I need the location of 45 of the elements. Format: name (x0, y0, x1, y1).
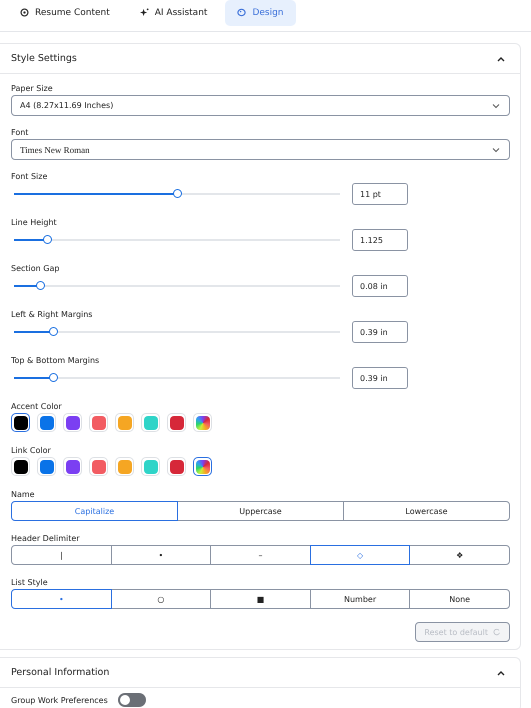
field-label: Section Gap (11, 263, 60, 274)
segment-option[interactable]: None (409, 589, 510, 609)
segment-option[interactable]: – (210, 545, 311, 565)
segment-option[interactable]: • (110, 545, 212, 565)
color-swatch[interactable] (193, 457, 212, 476)
segment-option[interactable]: Uppercase (177, 501, 344, 521)
value-field[interactable]: 1.125 (352, 229, 408, 251)
field-label: Accent Color (11, 401, 63, 412)
tab[interactable]: AI Assistant (128, 0, 220, 26)
sparkle-icon (140, 8, 149, 17)
field-label: Font Size (11, 171, 48, 182)
field-label: Line Height (11, 217, 58, 228)
value-field[interactable]: 0.39 in (352, 367, 408, 389)
segment-option[interactable]: Number (310, 589, 410, 609)
field-label: Left & Right Margins (11, 309, 94, 320)
panel-title: Style Settings (11, 53, 77, 64)
segment-option[interactable]: • (11, 589, 112, 609)
field-label: Link Color (11, 445, 52, 456)
segment-option[interactable]: ◇ (310, 545, 410, 565)
field-label: Top & Bottom Margins (11, 355, 100, 366)
value-field[interactable]: 0.39 in (352, 321, 408, 343)
field-label: Font (11, 127, 30, 138)
select-field[interactable]: A4 (8.27x11.69 Inches) (11, 95, 510, 116)
value-field[interactable]: 11 pt (352, 183, 408, 205)
refresh-icon (493, 628, 501, 636)
gear-icon (20, 8, 29, 17)
field-label: Header Delimiter (11, 533, 81, 544)
palette-icon (237, 8, 246, 17)
segment-option[interactable]: ○ (110, 589, 212, 609)
tab[interactable]: Resume Content (8, 0, 122, 26)
segment-option[interactable]: Capitalize (11, 501, 178, 521)
field-label: Name (11, 489, 36, 500)
tab[interactable]: Design (225, 0, 296, 26)
field-label: Paper Size (11, 83, 54, 94)
value-field[interactable]: 0.08 in (352, 275, 408, 297)
select-field[interactable]: Times New Roman (11, 139, 510, 160)
toggle-label: Group Work Preferences (11, 694, 108, 706)
field-label: List Style (11, 577, 49, 588)
segment-option[interactable]: Lowercase (343, 501, 510, 521)
segment-option[interactable]: | (11, 545, 112, 565)
segment-option[interactable]: ■ (210, 589, 311, 609)
toggle-switch[interactable] (118, 693, 146, 707)
panel-title: Personal Information (11, 667, 110, 678)
color-swatch[interactable] (11, 413, 30, 432)
segment-option[interactable]: ❖ (409, 545, 510, 565)
